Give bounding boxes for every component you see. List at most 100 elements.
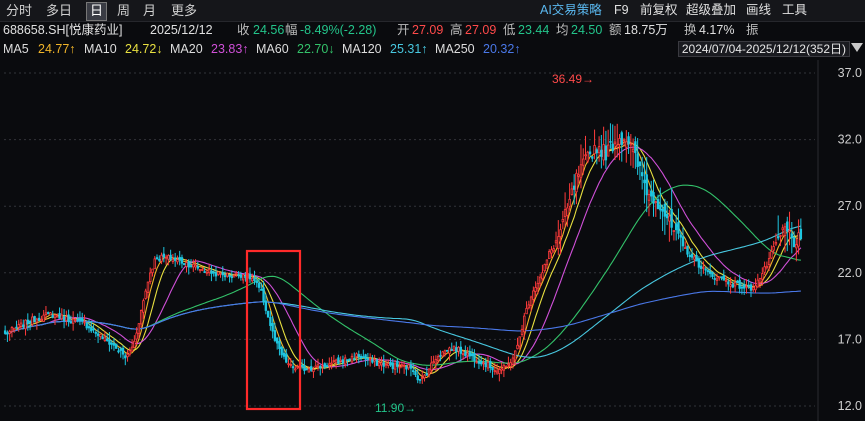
candle-body	[718, 276, 721, 279]
candle-body	[364, 354, 367, 360]
candle-body	[219, 272, 222, 275]
candle-body	[548, 251, 551, 259]
candle-body	[76, 318, 79, 321]
candle-body	[765, 265, 769, 269]
candle-body	[101, 336, 104, 340]
candle-body	[464, 351, 467, 357]
candle-body	[554, 240, 558, 244]
candle-body	[105, 338, 109, 341]
candle-body	[162, 253, 166, 258]
candle-body	[396, 360, 399, 367]
candle-body	[328, 363, 331, 366]
candle-body	[212, 271, 215, 274]
candle-body	[409, 364, 413, 369]
candle-body	[640, 172, 644, 177]
y-tick-label: 17.0	[838, 332, 862, 346]
candle-body	[196, 266, 200, 269]
candle-body	[740, 286, 744, 289]
candle-body	[625, 141, 628, 148]
candle-body	[348, 358, 351, 361]
candle-body	[418, 378, 422, 381]
candle-body	[788, 230, 791, 233]
candle-body	[459, 346, 463, 354]
candle-body	[745, 285, 748, 288]
candle-body	[786, 221, 789, 232]
candle-body	[173, 257, 177, 261]
candle-body	[239, 274, 243, 278]
candle-body	[85, 322, 88, 329]
candle-body	[400, 364, 404, 367]
candle-body	[638, 161, 642, 167]
candle-body	[591, 156, 594, 159]
candle-body	[47, 312, 50, 314]
candle-body	[575, 172, 578, 193]
candle-body	[241, 274, 245, 281]
candle-body	[752, 287, 755, 291]
candle-body	[160, 254, 163, 262]
candle-body	[618, 138, 621, 145]
candle-body	[754, 285, 757, 291]
candle-body	[516, 344, 519, 350]
candle-body	[643, 179, 646, 184]
candle-body	[695, 254, 698, 262]
candle-body	[355, 353, 358, 358]
candle-body	[688, 255, 691, 257]
candle-body	[178, 256, 181, 261]
candle-body	[207, 269, 211, 274]
candle-body	[792, 237, 796, 248]
candle-body	[350, 355, 354, 363]
candle-body	[146, 281, 150, 293]
candlestick-chart[interactable]: 37.0 32.0 27.0 22.0 17.0 12.0 36.49→ 11.90→	[0, 0, 865, 421]
candle-body	[681, 236, 685, 247]
candle-body	[285, 353, 288, 363]
candle-body	[158, 258, 161, 261]
candle-body	[570, 188, 574, 195]
candle-body	[3, 330, 7, 334]
candle-body	[217, 271, 220, 275]
candle-body	[659, 204, 662, 211]
candle-body	[756, 279, 759, 288]
candle-body	[366, 358, 370, 360]
candle-body	[436, 356, 440, 362]
candle-body	[153, 258, 156, 270]
candle-body	[275, 337, 279, 344]
candle-body	[699, 265, 703, 269]
candle-body	[495, 370, 499, 374]
candle-body	[414, 371, 417, 376]
candle-body	[371, 359, 374, 363]
candle-body	[337, 357, 340, 364]
candle-body	[572, 185, 576, 190]
candle-body	[223, 275, 227, 278]
candle-body	[550, 249, 553, 254]
candle-body	[112, 342, 116, 346]
candle-body	[577, 174, 580, 177]
candle-body	[470, 353, 474, 357]
candle-body	[783, 226, 787, 236]
candle-body	[323, 363, 326, 368]
candle-body	[507, 363, 510, 366]
candle-body	[588, 151, 592, 155]
candle-body	[266, 310, 270, 318]
candle-body	[237, 274, 240, 277]
y-tick-label: 32.0	[838, 133, 862, 147]
candle-body	[248, 273, 252, 280]
candle-body	[432, 361, 435, 364]
candle-body	[142, 300, 145, 313]
candle-body	[779, 235, 782, 237]
candle-body	[473, 353, 476, 362]
candle-body	[35, 318, 39, 323]
candle-body	[434, 359, 438, 365]
candle-body	[316, 364, 320, 367]
candle-body	[586, 151, 589, 162]
max-price-label: 36.49→	[552, 72, 594, 86]
candle-body	[83, 321, 86, 324]
candle-body	[724, 280, 728, 282]
candle-body	[151, 268, 154, 274]
candle-body	[634, 141, 637, 154]
candle-body	[439, 355, 442, 357]
candle-body	[74, 319, 77, 321]
candle-body	[477, 361, 481, 364]
candle-body	[425, 373, 428, 376]
candle-body	[461, 353, 465, 356]
candle-body	[171, 258, 175, 262]
